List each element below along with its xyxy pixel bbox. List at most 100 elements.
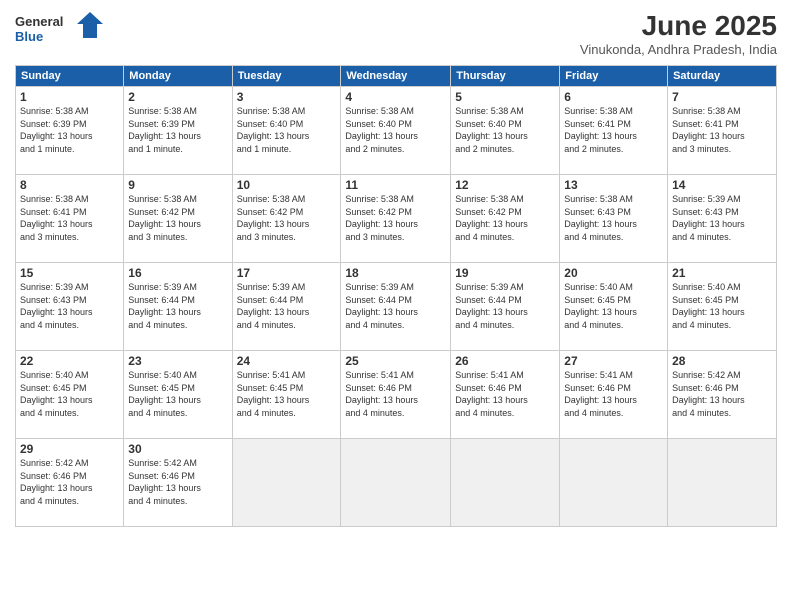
day-info: Sunrise: 5:39 AMSunset: 6:44 PMDaylight:…: [455, 281, 555, 331]
day-number: 16: [128, 266, 227, 280]
table-row: 21Sunrise: 5:40 AMSunset: 6:45 PMDayligh…: [668, 263, 777, 351]
calendar-week-row: 1Sunrise: 5:38 AMSunset: 6:39 PMDaylight…: [16, 87, 777, 175]
col-wednesday: Wednesday: [341, 66, 451, 87]
calendar-header-row: Sunday Monday Tuesday Wednesday Thursday…: [16, 66, 777, 87]
day-info: Sunrise: 5:39 AMSunset: 6:43 PMDaylight:…: [20, 281, 119, 331]
day-number: 10: [237, 178, 337, 192]
day-number: 23: [128, 354, 227, 368]
table-row: 29Sunrise: 5:42 AMSunset: 6:46 PMDayligh…: [16, 439, 124, 527]
day-number: 28: [672, 354, 772, 368]
day-number: 7: [672, 90, 772, 104]
table-row: 4Sunrise: 5:38 AMSunset: 6:40 PMDaylight…: [341, 87, 451, 175]
day-info: Sunrise: 5:41 AMSunset: 6:46 PMDaylight:…: [345, 369, 446, 419]
day-number: 1: [20, 90, 119, 104]
table-row: 14Sunrise: 5:39 AMSunset: 6:43 PMDayligh…: [668, 175, 777, 263]
col-saturday: Saturday: [668, 66, 777, 87]
table-row: 15Sunrise: 5:39 AMSunset: 6:43 PMDayligh…: [16, 263, 124, 351]
day-number: 4: [345, 90, 446, 104]
day-info: Sunrise: 5:39 AMSunset: 6:44 PMDaylight:…: [345, 281, 446, 331]
table-row: 26Sunrise: 5:41 AMSunset: 6:46 PMDayligh…: [451, 351, 560, 439]
day-info: Sunrise: 5:38 AMSunset: 6:40 PMDaylight:…: [455, 105, 555, 155]
calendar-week-row: 22Sunrise: 5:40 AMSunset: 6:45 PMDayligh…: [16, 351, 777, 439]
day-info: Sunrise: 5:39 AMSunset: 6:44 PMDaylight:…: [237, 281, 337, 331]
col-friday: Friday: [560, 66, 668, 87]
day-info: Sunrise: 5:38 AMSunset: 6:39 PMDaylight:…: [20, 105, 119, 155]
day-number: 3: [237, 90, 337, 104]
day-info: Sunrise: 5:38 AMSunset: 6:41 PMDaylight:…: [672, 105, 772, 155]
table-row: 3Sunrise: 5:38 AMSunset: 6:40 PMDaylight…: [232, 87, 341, 175]
logo-svg: General Blue: [15, 10, 105, 48]
table-row: 22Sunrise: 5:40 AMSunset: 6:45 PMDayligh…: [16, 351, 124, 439]
table-row: 1Sunrise: 5:38 AMSunset: 6:39 PMDaylight…: [16, 87, 124, 175]
day-number: 17: [237, 266, 337, 280]
table-row: 8Sunrise: 5:38 AMSunset: 6:41 PMDaylight…: [16, 175, 124, 263]
table-row: 17Sunrise: 5:39 AMSunset: 6:44 PMDayligh…: [232, 263, 341, 351]
day-info: Sunrise: 5:39 AMSunset: 6:43 PMDaylight:…: [672, 193, 772, 243]
table-row: 19Sunrise: 5:39 AMSunset: 6:44 PMDayligh…: [451, 263, 560, 351]
table-row: 12Sunrise: 5:38 AMSunset: 6:42 PMDayligh…: [451, 175, 560, 263]
svg-text:Blue: Blue: [15, 29, 43, 44]
day-info: Sunrise: 5:38 AMSunset: 6:43 PMDaylight:…: [564, 193, 663, 243]
day-info: Sunrise: 5:42 AMSunset: 6:46 PMDaylight:…: [20, 457, 119, 507]
day-info: Sunrise: 5:41 AMSunset: 6:46 PMDaylight:…: [455, 369, 555, 419]
calendar-week-row: 15Sunrise: 5:39 AMSunset: 6:43 PMDayligh…: [16, 263, 777, 351]
logo: General Blue: [15, 10, 105, 48]
table-row: 6Sunrise: 5:38 AMSunset: 6:41 PMDaylight…: [560, 87, 668, 175]
day-info: Sunrise: 5:38 AMSunset: 6:39 PMDaylight:…: [128, 105, 227, 155]
day-number: 27: [564, 354, 663, 368]
table-row: 20Sunrise: 5:40 AMSunset: 6:45 PMDayligh…: [560, 263, 668, 351]
day-number: 18: [345, 266, 446, 280]
calendar-table: Sunday Monday Tuesday Wednesday Thursday…: [15, 65, 777, 527]
day-number: 15: [20, 266, 119, 280]
day-number: 6: [564, 90, 663, 104]
table-row: 24Sunrise: 5:41 AMSunset: 6:45 PMDayligh…: [232, 351, 341, 439]
day-info: Sunrise: 5:42 AMSunset: 6:46 PMDaylight:…: [672, 369, 772, 419]
table-row: [341, 439, 451, 527]
table-row: [232, 439, 341, 527]
day-info: Sunrise: 5:40 AMSunset: 6:45 PMDaylight:…: [20, 369, 119, 419]
day-number: 26: [455, 354, 555, 368]
table-row: 27Sunrise: 5:41 AMSunset: 6:46 PMDayligh…: [560, 351, 668, 439]
day-info: Sunrise: 5:38 AMSunset: 6:40 PMDaylight:…: [237, 105, 337, 155]
day-number: 25: [345, 354, 446, 368]
day-info: Sunrise: 5:42 AMSunset: 6:46 PMDaylight:…: [128, 457, 227, 507]
table-row: [560, 439, 668, 527]
month-title: June 2025: [580, 10, 777, 42]
page: General Blue June 2025 Vinukonda, Andhra…: [0, 0, 792, 612]
day-info: Sunrise: 5:40 AMSunset: 6:45 PMDaylight:…: [564, 281, 663, 331]
calendar-week-row: 8Sunrise: 5:38 AMSunset: 6:41 PMDaylight…: [16, 175, 777, 263]
day-info: Sunrise: 5:38 AMSunset: 6:41 PMDaylight:…: [564, 105, 663, 155]
day-number: 30: [128, 442, 227, 456]
day-number: 13: [564, 178, 663, 192]
col-sunday: Sunday: [16, 66, 124, 87]
table-row: 13Sunrise: 5:38 AMSunset: 6:43 PMDayligh…: [560, 175, 668, 263]
day-info: Sunrise: 5:38 AMSunset: 6:42 PMDaylight:…: [455, 193, 555, 243]
day-number: 14: [672, 178, 772, 192]
day-number: 21: [672, 266, 772, 280]
table-row: 7Sunrise: 5:38 AMSunset: 6:41 PMDaylight…: [668, 87, 777, 175]
table-row: 25Sunrise: 5:41 AMSunset: 6:46 PMDayligh…: [341, 351, 451, 439]
table-row: 5Sunrise: 5:38 AMSunset: 6:40 PMDaylight…: [451, 87, 560, 175]
day-number: 19: [455, 266, 555, 280]
day-info: Sunrise: 5:41 AMSunset: 6:45 PMDaylight:…: [237, 369, 337, 419]
day-info: Sunrise: 5:40 AMSunset: 6:45 PMDaylight:…: [672, 281, 772, 331]
table-row: 23Sunrise: 5:40 AMSunset: 6:45 PMDayligh…: [124, 351, 232, 439]
day-number: 11: [345, 178, 446, 192]
table-row: 18Sunrise: 5:39 AMSunset: 6:44 PMDayligh…: [341, 263, 451, 351]
day-number: 24: [237, 354, 337, 368]
day-info: Sunrise: 5:38 AMSunset: 6:42 PMDaylight:…: [237, 193, 337, 243]
table-row: [451, 439, 560, 527]
col-thursday: Thursday: [451, 66, 560, 87]
day-number: 5: [455, 90, 555, 104]
table-row: [668, 439, 777, 527]
day-number: 12: [455, 178, 555, 192]
day-info: Sunrise: 5:38 AMSunset: 6:42 PMDaylight:…: [128, 193, 227, 243]
day-info: Sunrise: 5:38 AMSunset: 6:42 PMDaylight:…: [345, 193, 446, 243]
svg-text:General: General: [15, 14, 63, 29]
header: General Blue June 2025 Vinukonda, Andhra…: [15, 10, 777, 57]
table-row: 10Sunrise: 5:38 AMSunset: 6:42 PMDayligh…: [232, 175, 341, 263]
location: Vinukonda, Andhra Pradesh, India: [580, 42, 777, 57]
day-number: 22: [20, 354, 119, 368]
table-row: 30Sunrise: 5:42 AMSunset: 6:46 PMDayligh…: [124, 439, 232, 527]
col-tuesday: Tuesday: [232, 66, 341, 87]
